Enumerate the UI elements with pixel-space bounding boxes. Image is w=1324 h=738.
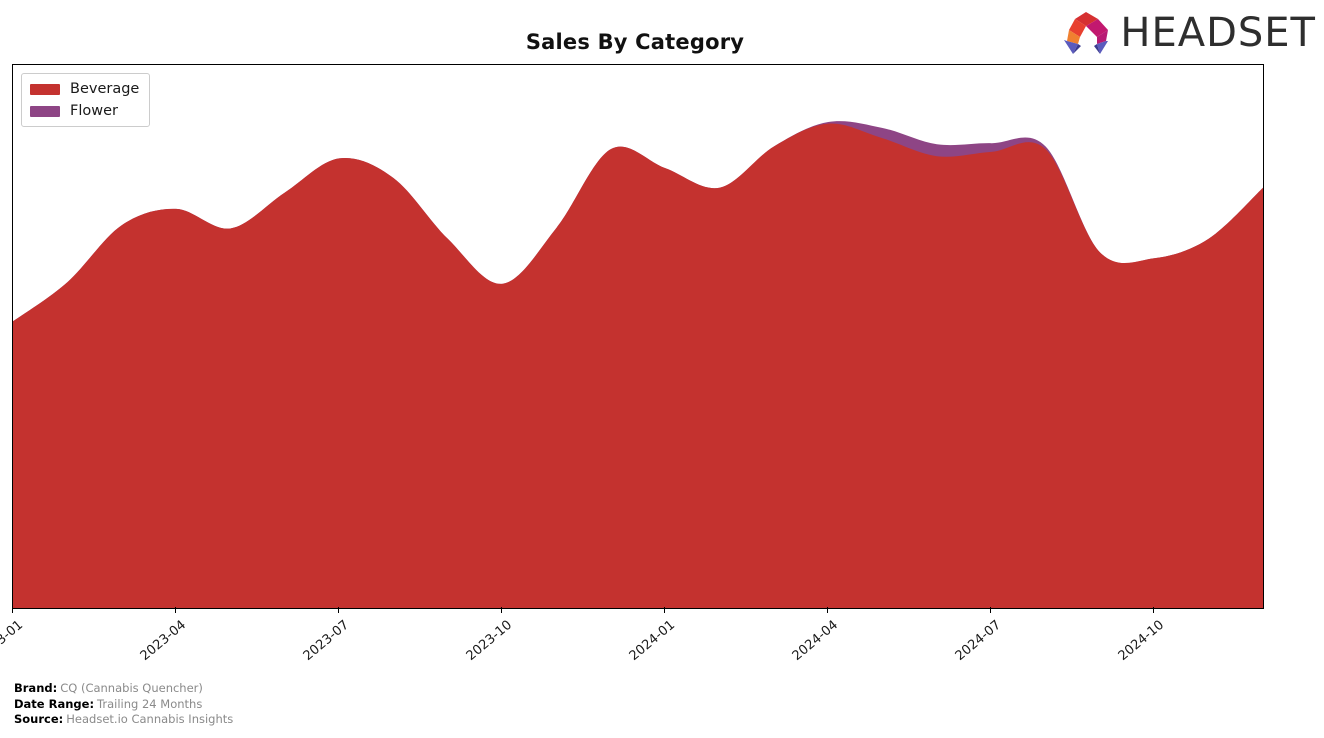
x-tick-mark (827, 607, 829, 613)
footer-key-brand: Brand: (14, 681, 58, 695)
chart-footer: Brand: CQ (Cannabis Quencher) Date Range:… (14, 681, 233, 728)
chart-legend: Beverage Flower (21, 73, 151, 127)
x-tick-label: 2023-04 (137, 617, 190, 664)
footer-key-source: Source: (14, 712, 64, 727)
x-tick-mark (12, 607, 13, 613)
headset-arch-logo-icon (1064, 12, 1109, 54)
x-tick-label: 2023-10 (463, 617, 516, 664)
legend-swatch-beverage (30, 83, 60, 95)
x-tick-mark (338, 607, 340, 613)
x-tick-label: 2024-07 (952, 617, 1005, 664)
x-tick-mark (1153, 607, 1155, 613)
legend-swatch-flower (30, 105, 60, 117)
footer-value-date-range: Trailing 24 Months (97, 696, 203, 711)
plot-area: Beverage Flower (12, 64, 1264, 609)
legend-label-beverage: Beverage (70, 81, 140, 97)
footer-value-brand: CQ (Cannabis Quencher) (60, 681, 203, 695)
headset-logo: HEADSET (1058, 8, 1316, 58)
legend-label-flower: Flower (70, 103, 118, 119)
legend-item-beverage[interactable]: Beverage (30, 80, 139, 98)
x-tick-mark (501, 607, 503, 613)
x-tick-label: 2024-04 (789, 617, 842, 664)
area-series-beverage (13, 123, 1263, 608)
x-axis: 2023-01 2023-04 2023-07 2023-10 2024-01 2024-… (0, 607, 1264, 677)
x-tick-mark (175, 607, 177, 613)
footer-row-date-range: Date Range: Trailing 24 Months (14, 697, 233, 713)
footer-value-source: Headset.io Cannabis Insights (66, 712, 234, 727)
headset-wordmark: HEADSET (1120, 10, 1316, 56)
footer-row-source: Source: Headset.io Cannabis Insights (14, 712, 233, 728)
footer-key-date-range: Date Range: (14, 696, 95, 711)
x-tick-label: 2023-01 (0, 617, 26, 664)
footer-row-brand: Brand: CQ (Cannabis Quencher) (14, 681, 233, 697)
stacked-area-chart (13, 121, 1263, 608)
chart-page: Sales By Category HEADSET Beverage Flowe… (0, 0, 1324, 738)
x-tick-label: 2024-01 (626, 617, 679, 664)
legend-item-flower[interactable]: Flower (30, 102, 139, 120)
x-tick-mark (664, 607, 666, 613)
x-tick-label: 2024-10 (1116, 617, 1168, 664)
x-tick-mark (990, 607, 992, 613)
x-tick-label: 2023-07 (300, 617, 353, 664)
